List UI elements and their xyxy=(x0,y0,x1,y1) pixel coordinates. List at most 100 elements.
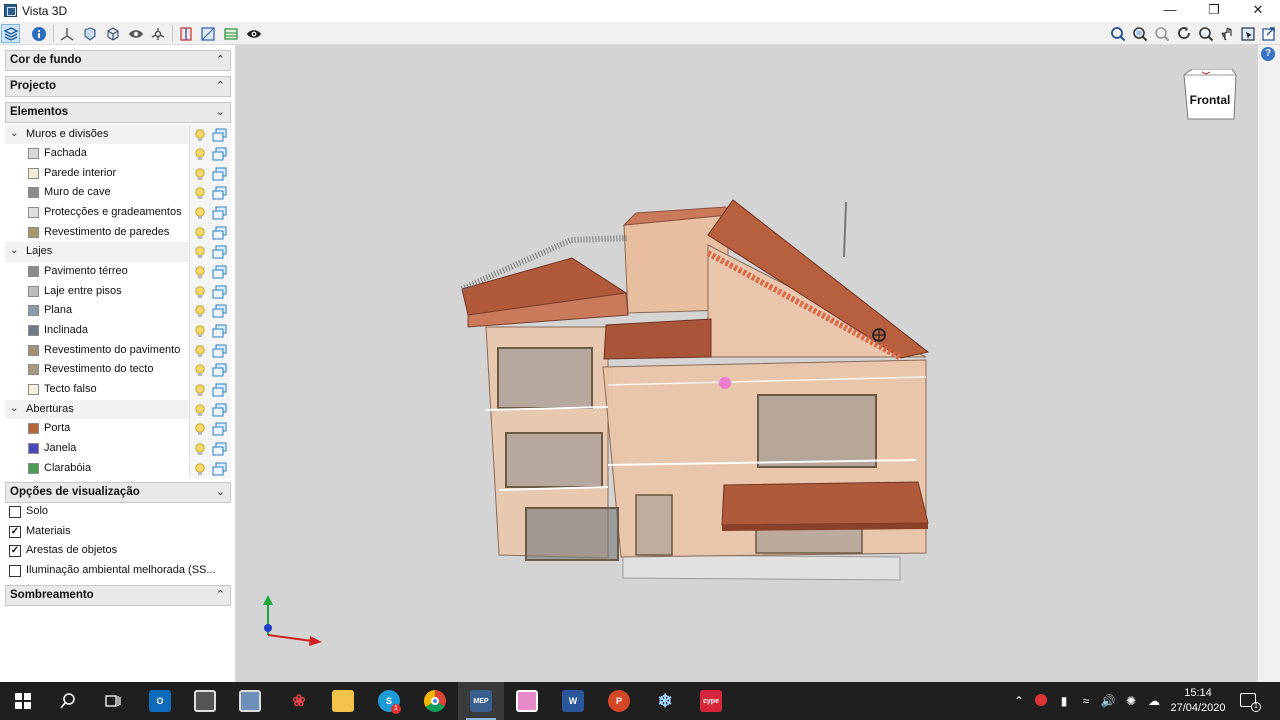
bulb-icon[interactable] xyxy=(193,403,207,417)
restore-button[interactable]: ❐ xyxy=(1192,0,1236,22)
zoom-in-icon[interactable] xyxy=(1152,24,1171,43)
bulb-icon[interactable] xyxy=(193,344,207,358)
color-swatch[interactable] xyxy=(28,285,39,297)
tree-item[interactable]: Inclinada xyxy=(5,321,231,341)
tree-item[interactable]: Revestimento do pavimento xyxy=(5,340,231,361)
tree-item[interactable]: Muro de cave xyxy=(5,183,231,204)
bulb-icon[interactable] xyxy=(193,245,207,259)
checkbox[interactable] xyxy=(9,506,21,518)
tree-item[interactable]: Porta xyxy=(5,419,231,439)
chrome-icon[interactable] xyxy=(412,682,458,720)
wifi-icon[interactable]: ≈ xyxy=(1078,694,1094,708)
pan-icon[interactable] xyxy=(1218,24,1237,43)
powerpoint-icon[interactable]: P xyxy=(596,682,642,720)
minimize-button[interactable]: — xyxy=(1148,0,1192,22)
tree-group[interactable]: ⌄ Muros e divisões xyxy=(5,124,231,145)
tree-item[interactable]: Protecções e gradeamentos xyxy=(5,203,231,223)
checkbox[interactable]: ✓ xyxy=(9,545,21,558)
color-swatch[interactable] xyxy=(28,423,39,435)
close-button[interactable]: ✕ xyxy=(1236,0,1280,22)
cube-view-icon[interactable] xyxy=(103,24,122,43)
cloud-icon[interactable]: ☁ xyxy=(1146,694,1162,708)
layers-toggle-icon[interactable] xyxy=(212,285,227,299)
select-icon[interactable] xyxy=(1238,24,1257,43)
section-shading[interactable]: Sombreamento ⌃ xyxy=(5,585,231,606)
color-swatch[interactable] xyxy=(28,167,39,179)
bulb-icon[interactable] xyxy=(193,147,207,161)
bulb-icon[interactable] xyxy=(193,265,207,279)
bulb-icon[interactable] xyxy=(193,167,207,181)
bulb-icon[interactable] xyxy=(193,186,207,200)
layers-toggle-icon[interactable] xyxy=(212,226,227,240)
color-swatch[interactable] xyxy=(28,383,39,395)
layers-toggle-icon[interactable] xyxy=(212,245,227,259)
tree-item[interactable]: Clarabóia xyxy=(5,458,231,479)
layers-toggle-icon[interactable] xyxy=(212,422,227,436)
layers-toggle-icon[interactable] xyxy=(212,383,227,397)
color-swatch[interactable] xyxy=(28,462,39,474)
bulb-icon[interactable] xyxy=(193,128,207,142)
chevron-up-icon[interactable]: ⌃ xyxy=(1011,694,1027,708)
color-swatch[interactable] xyxy=(28,305,39,317)
tree-item[interactable]: Pavimento térreo xyxy=(5,262,231,282)
checkbox[interactable] xyxy=(9,564,21,577)
color-swatch[interactable] xyxy=(28,344,39,356)
bulb-icon[interactable] xyxy=(193,285,207,299)
layers-toggle-icon[interactable] xyxy=(212,167,227,181)
tree-group[interactable]: ⌄ Aberturas xyxy=(5,399,231,420)
layers-toggle-icon[interactable] xyxy=(212,324,227,338)
layers-toggle-icon[interactable] xyxy=(212,265,227,279)
layers-toggle-icon[interactable] xyxy=(212,186,227,200)
color-swatch[interactable] xyxy=(28,266,39,278)
view-option[interactable]: Iluminação ambiental melhorada (SS... xyxy=(5,561,231,581)
tree-item[interactable]: Fachada xyxy=(5,144,231,164)
snowflake-icon[interactable]: ❄ xyxy=(642,682,688,720)
layers-toggle-icon[interactable] xyxy=(212,147,227,161)
building-model[interactable] xyxy=(236,45,1258,682)
axes-icon[interactable] xyxy=(57,24,76,43)
bulb-icon[interactable] xyxy=(193,206,207,220)
paint-icon[interactable] xyxy=(227,682,273,720)
layers-toggle-icon[interactable] xyxy=(212,344,227,358)
color-swatch[interactable] xyxy=(28,207,39,219)
color-swatch[interactable] xyxy=(28,442,39,454)
record-icon[interactable] xyxy=(1033,694,1049,708)
bulb-icon[interactable] xyxy=(193,422,207,436)
3d-viewport[interactable]: Frontal xyxy=(236,45,1258,682)
tree-item[interactable]: Revestimento de paredes xyxy=(5,222,231,243)
orbit-icon[interactable] xyxy=(148,24,167,43)
explorer-icon[interactable] xyxy=(320,682,366,720)
bulb-icon[interactable] xyxy=(193,383,207,397)
skype-icon[interactable]: S 1 xyxy=(366,682,412,720)
section-view-options[interactable]: Opções de visualização ⌄ xyxy=(5,482,231,503)
cype-icon[interactable]: cype xyxy=(688,682,734,720)
section-elements[interactable]: Elementos ⌄ xyxy=(5,102,231,123)
color-swatch[interactable] xyxy=(28,187,39,199)
color-swatch[interactable] xyxy=(28,226,39,238)
section-background[interactable]: Cor de fundo ⌃ xyxy=(5,50,231,71)
help-icon[interactable]: ? xyxy=(1261,47,1275,61)
rotate-icon[interactable] xyxy=(1174,24,1193,43)
battery-icon[interactable]: ▮ xyxy=(1056,694,1072,708)
bulb-icon[interactable] xyxy=(193,304,207,318)
viewer-icon[interactable] xyxy=(504,682,550,720)
color-swatch[interactable] xyxy=(28,148,39,160)
zoom-window-icon[interactable] xyxy=(1130,24,1149,43)
sync-icon[interactable]: ✺ xyxy=(1123,694,1139,708)
zoom-extents-icon[interactable] xyxy=(1108,24,1127,43)
shield-view-icon[interactable] xyxy=(80,24,99,43)
word-icon[interactable]: W xyxy=(550,682,596,720)
expand-icon[interactable]: ⌄ xyxy=(10,245,18,256)
info-icon[interactable] xyxy=(29,24,48,43)
zoom-icon[interactable] xyxy=(1196,24,1215,43)
layers-toggle-icon[interactable] xyxy=(212,442,227,456)
floor-plan-icon[interactable] xyxy=(221,24,240,43)
view-cube[interactable]: Frontal xyxy=(1182,68,1238,123)
tree-item[interactable]: Janela xyxy=(5,438,231,459)
expand-icon[interactable]: ⌄ xyxy=(10,128,18,139)
view-option[interactable]: Solo xyxy=(5,502,231,522)
visibility-icon[interactable] xyxy=(244,24,263,43)
color-swatch[interactable] xyxy=(28,325,39,336)
layers-toggle-icon[interactable] xyxy=(212,304,227,318)
tree-item[interactable]: Laje entre pisos xyxy=(5,281,231,302)
